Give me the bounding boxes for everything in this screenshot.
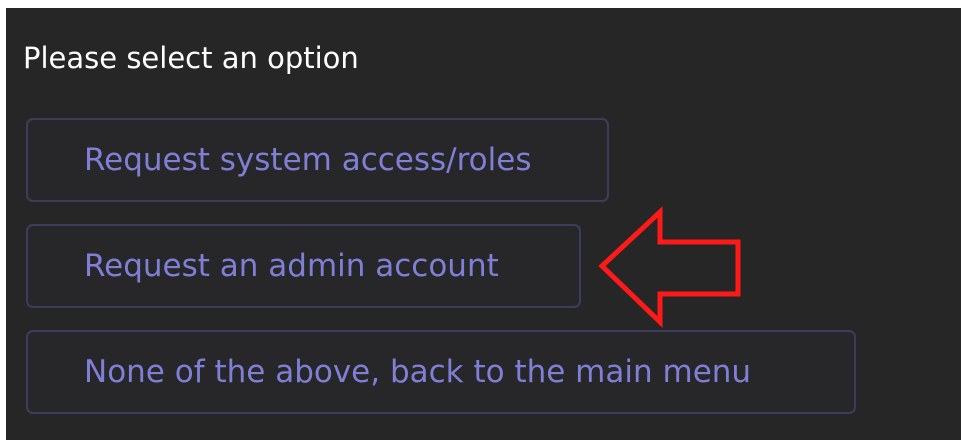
- option-label: None of the above, back to the main menu: [84, 354, 752, 390]
- arrow-left-icon: [598, 206, 741, 328]
- option-button-request-system-access[interactable]: Request system access/roles: [26, 118, 609, 202]
- chat-card: Please select an option Request system a…: [6, 8, 961, 440]
- option-label: Request an admin account: [84, 248, 499, 284]
- option-label: Request system access/roles: [84, 142, 532, 178]
- option-button-back-to-main-menu[interactable]: None of the above, back to the main menu: [26, 330, 856, 414]
- arrow-shape: [598, 206, 741, 328]
- option-button-request-admin-account[interactable]: Request an admin account: [26, 224, 581, 308]
- prompt-text: Please select an option: [23, 41, 359, 75]
